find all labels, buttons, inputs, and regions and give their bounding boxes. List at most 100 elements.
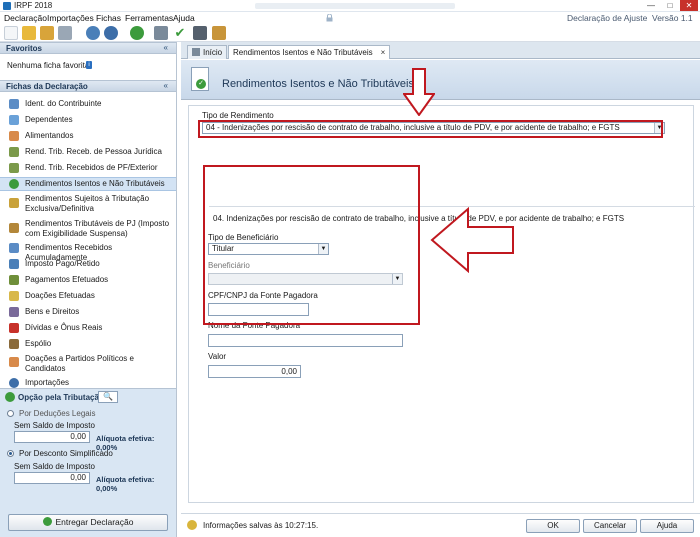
maximize-button[interactable]: □ [661,0,679,11]
export-icon[interactable] [104,26,118,40]
import-icon[interactable] [86,26,100,40]
sidebar-item-dividas[interactable]: Dívidas e Ônus Reais [0,322,176,335]
income-type-label: Tipo de Rendimento [202,111,274,120]
document-check-icon: ✓ [191,67,209,91]
title-bar: IRPF 2018 — □ ✕ [0,0,700,12]
sidebar-item-rend-exclusiva[interactable]: Rendimentos Sujeitos à Tributação Exclus… [0,193,176,215]
menu-importacoes[interactable]: Importações [47,13,94,23]
info-icon[interactable]: i [86,61,92,69]
toolbar: ✔ [0,24,700,42]
sidebar-item-label: Bens e Direitos [25,307,80,316]
saved-info-icon [187,520,197,530]
collapse-favorites-icon[interactable]: « [164,43,168,52]
person-icon [9,99,19,109]
menu-bar: Declaração Importações Fichas Ferramenta… [0,12,700,24]
cancel-button[interactable]: Cancelar [583,519,637,533]
value-input[interactable]: 0,00 [208,365,301,378]
tab-inicio[interactable]: Início [187,45,228,59]
print-icon[interactable] [154,26,168,40]
fichas-header[interactable]: Fichas da Declaração « [0,80,176,92]
simplified-label: Por Desconto Simplificado [19,449,113,458]
blurred-window-info [255,3,455,9]
tax-option-label: Opção pela Tributação: [18,393,107,402]
sidebar-item-doacoes-partidos[interactable]: Doações a Partidos Políticos e Candidato… [0,353,176,375]
simplified-radio[interactable] [7,450,14,457]
legal-deductions-radio[interactable] [7,410,14,417]
sidebar-item-rend-acumulados[interactable]: Rendimentos Recebidos Acumuladamente [0,242,176,262]
sidebar-item-rend-trib-pj[interactable]: Rend. Trib. Receb. de Pessoa Jurídica [0,146,176,159]
sidebar-item-pagamentos[interactable]: Pagamentos Efetuados [0,274,176,287]
payer-name-input[interactable] [208,334,403,347]
open-folder-icon[interactable] [22,26,36,40]
declaration-type[interactable]: Declaração de Ajuste [567,13,647,23]
sidebar-item-dependentes[interactable]: Dependentes [0,114,176,127]
tab-label: Rendimentos Isentos e Não Tributáveis [233,48,373,57]
sidebar-item-rend-trib-pf[interactable]: Rend. Trib. Recebidos de PF/Exterior [0,162,176,175]
sidebar-item-label: Espólio [25,339,52,348]
simplified-balance-label: Sem Saldo de Imposto [14,462,95,471]
page-header: ✓ Rendimentos Isentos e Não Tributáveis [181,60,700,100]
search-button[interactable]: 🔍 [98,391,118,403]
sidebar-item-doacoes[interactable]: Doações Efetuadas [0,290,176,303]
calculator-icon[interactable] [193,26,207,40]
sidebar-item-label: Rendimentos Sujeitos à Tributação Exclus… [25,194,150,213]
tax-paid-icon [9,259,19,269]
sidebar-item-rend-isentos[interactable]: Rendimentos Isentos e Não Tributáveis [0,177,176,191]
menu-ferramentas[interactable]: Ferramentas [125,13,173,23]
sidebar-item-rend-suspensa[interactable]: Rendimentos Tributáveis de PJ (Imposto c… [0,218,176,240]
home-icon [192,48,200,56]
sidebar-item-label: Rendimentos Tributáveis de PJ (Imposto c… [25,219,170,238]
check-icon[interactable]: ✔ [173,26,187,40]
trash-icon[interactable] [58,26,72,40]
collapse-fichas-icon[interactable]: « [164,81,168,90]
tab-rendimentos-isentos[interactable]: Rendimentos Isentos e Não Tributáveis × [228,45,391,59]
check-icon: ✓ [196,79,206,89]
close-button[interactable]: ✕ [680,0,698,11]
sidebar-item-alimentandos[interactable]: Alimentandos [0,130,176,143]
money-icon [9,147,19,157]
deliver-declaration-button[interactable]: Entregar Declaração [8,514,168,531]
tab-bar: Início Rendimentos Isentos e Não Tributá… [181,42,700,59]
import-icon [9,378,19,388]
party-donation-icon [9,357,19,367]
menu-declaracao[interactable]: Declaração [4,13,47,23]
sidebar-item-label: Dependentes [25,115,73,124]
lock-icon [326,13,333,22]
sidebar-item-label: Pagamentos Efetuados [25,275,109,284]
sidebar-item-label: Alimentandos [25,131,74,140]
status-bar: Informações salvas às 10:27:15. OK Cance… [181,513,700,537]
new-file-icon[interactable] [4,26,18,40]
ok-button[interactable]: OK [526,519,580,533]
sidebar-item-label: Dívidas e Ônus Reais [25,323,103,332]
sidebar-item-label: Rend. Trib. Receb. de Pessoa Jurídica [25,147,162,156]
sidebar-item-bens-direitos[interactable]: Bens e Direitos [0,306,176,319]
favorites-empty-text: Nenhuma ficha favorita [7,61,90,70]
favorites-header[interactable]: Favoritos « [0,42,176,54]
payment-icon [9,275,19,285]
people-icon [9,115,19,125]
donation-icon [9,291,19,301]
sidebar-item-label: Imposto Pago/Retido [25,259,100,268]
tax-option-icon [5,392,15,402]
menu-fichas[interactable]: Fichas [96,13,121,23]
app-icon [3,2,11,10]
legal-value-field: 0,00 [14,431,90,443]
version-info[interactable]: Versão 1.1 [652,13,693,23]
sidebar-item-ident-contribuinte[interactable]: Ident. do Contribuinte [0,98,176,111]
annotation-box-beneficiary [203,165,420,325]
close-tab-icon[interactable]: × [381,48,386,57]
window-title: IRPF 2018 [14,1,53,10]
sidebar-item-espolio[interactable]: Espólio [0,338,176,351]
page-title: Rendimentos Isentos e Não Tributáveis [222,78,414,90]
globe-icon [42,517,52,526]
assets-icon [9,307,19,317]
tax-suspended-icon [9,223,19,233]
globe-icon[interactable] [130,26,144,40]
sidebar-item-imposto-pago[interactable]: Imposto Pago/Retido [0,258,176,271]
menu-ajuda[interactable]: Ajuda [173,13,195,23]
book-icon[interactable] [212,26,226,40]
minimize-button[interactable]: — [642,0,660,11]
help-button[interactable]: Ajuda [640,519,694,533]
save-folder-icon[interactable] [40,26,54,40]
legal-deductions-label: Por Deduções Legais [19,409,96,418]
